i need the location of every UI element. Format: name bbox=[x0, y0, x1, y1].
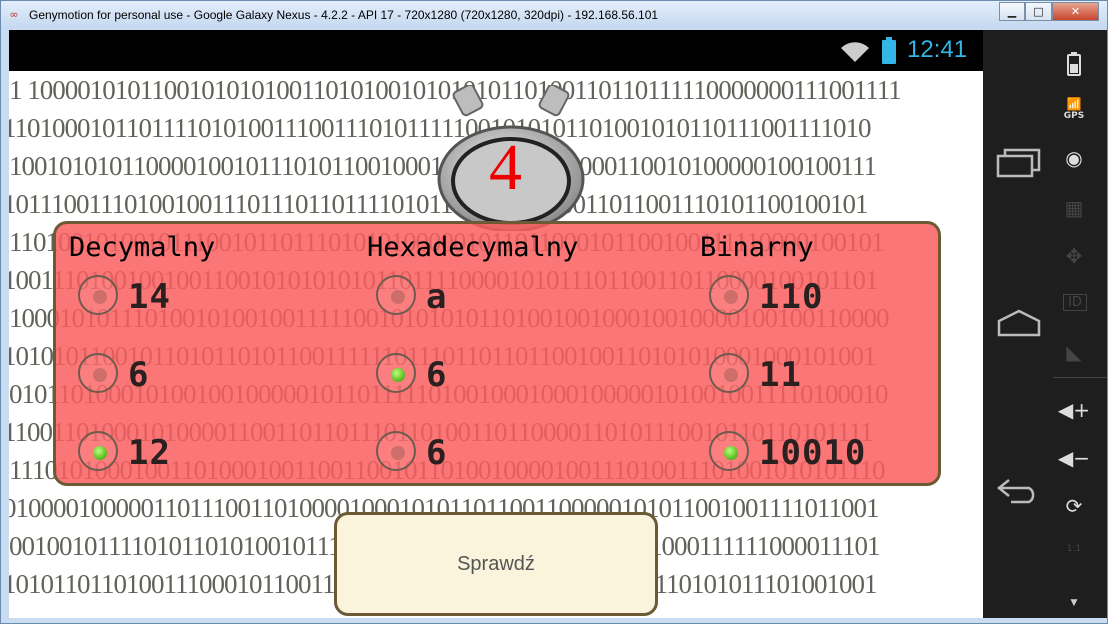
radio-indicator bbox=[93, 446, 107, 460]
window-title: Genymotion for personal use - Google Gal… bbox=[29, 8, 659, 22]
option-decimal-2[interactable]: 6 bbox=[78, 353, 278, 399]
radio-button[interactable] bbox=[709, 353, 749, 393]
option-value: a bbox=[426, 277, 448, 317]
rotate-icon[interactable]: ⟳ bbox=[1054, 494, 1094, 518]
radio-indicator bbox=[391, 368, 405, 382]
volume-down-icon[interactable]: ◀− bbox=[1054, 446, 1094, 470]
option-binary-1[interactable]: 110 bbox=[709, 275, 909, 321]
radio-button[interactable] bbox=[78, 431, 118, 471]
radio-indicator bbox=[724, 446, 738, 460]
radio-button[interactable] bbox=[78, 353, 118, 393]
radio-button[interactable] bbox=[376, 431, 416, 471]
maximize-button[interactable]: □ bbox=[1025, 2, 1052, 21]
quiz-panel: Decymalny Hexadecymalny Binarny 14 6 12 … bbox=[53, 221, 941, 486]
option-decimal-3[interactable]: 12 bbox=[78, 431, 278, 477]
radio-indicator bbox=[724, 290, 738, 304]
column-label-binary: Binarny bbox=[700, 232, 814, 263]
radio-button[interactable] bbox=[376, 353, 416, 393]
back-icon[interactable] bbox=[995, 474, 1043, 504]
option-hex-1[interactable]: a bbox=[376, 275, 576, 321]
battery-icon[interactable] bbox=[1067, 52, 1081, 76]
clock: 12:41 bbox=[907, 36, 968, 63]
radio-button[interactable] bbox=[376, 275, 416, 315]
radio-indicator bbox=[391, 290, 405, 304]
option-value: 6 bbox=[426, 355, 448, 395]
column-label-hex: Hexadecymalny bbox=[367, 232, 579, 263]
status-bar: 12:41 bbox=[9, 30, 983, 71]
title-bar[interactable]: ∞ Genymotion for personal use - Google G… bbox=[1, 1, 1107, 29]
option-value: 14 bbox=[128, 277, 171, 317]
camera-icon[interactable]: ◉ bbox=[1054, 146, 1094, 170]
home-icon[interactable] bbox=[995, 308, 1043, 338]
minimize-button[interactable]: ▁ bbox=[999, 2, 1025, 21]
column-label-decimal: Decymalny bbox=[69, 232, 216, 263]
dpad-icon[interactable]: ✥ bbox=[1054, 244, 1094, 268]
radio-button[interactable] bbox=[709, 431, 749, 471]
emulator-window: ∞ Genymotion for personal use - Google G… bbox=[0, 0, 1108, 624]
option-value: 11 bbox=[759, 355, 802, 395]
id-icon[interactable]: ID bbox=[1063, 294, 1087, 311]
radio-indicator bbox=[724, 368, 738, 382]
sidebar-divider bbox=[1053, 377, 1107, 378]
option-hex-3[interactable]: 6 bbox=[376, 431, 576, 477]
radio-button[interactable] bbox=[78, 275, 118, 315]
close-button[interactable]: ✕ bbox=[1052, 2, 1099, 21]
option-value: 12 bbox=[128, 433, 171, 473]
scroll-down-icon[interactable]: ▼ bbox=[1054, 598, 1094, 608]
timer-value: 4 bbox=[489, 131, 522, 204]
option-decimal-1[interactable]: 14 bbox=[78, 275, 278, 321]
radio-indicator bbox=[93, 368, 107, 382]
gps-signal-icon: 📶 bbox=[1066, 97, 1082, 111]
radio-indicator bbox=[93, 290, 107, 304]
volume-up-icon[interactable]: ◀+ bbox=[1054, 398, 1094, 422]
battery-status-icon bbox=[882, 37, 896, 64]
radio-indicator bbox=[391, 446, 405, 460]
wifi-icon bbox=[841, 42, 869, 62]
genymotion-icon: ∞ bbox=[9, 8, 19, 21]
option-value: 110 bbox=[759, 277, 824, 317]
option-binary-2[interactable]: 11 bbox=[709, 353, 909, 399]
radio-button[interactable] bbox=[709, 275, 749, 315]
option-binary-3[interactable]: 10010 bbox=[709, 431, 909, 477]
gps-icon[interactable]: 📶 GPS bbox=[1054, 98, 1094, 122]
genymotion-sidebar: 📶 GPS ◉ ▦ ✥ ID ◣ ◀+ ◀− ⟳ 1:1 ▼ bbox=[983, 30, 1107, 618]
check-button[interactable]: Sprawdź bbox=[334, 512, 658, 616]
option-value: 10010 bbox=[759, 433, 867, 473]
scale-icon[interactable]: 1:1 bbox=[1054, 544, 1094, 554]
recent-apps-icon[interactable] bbox=[995, 148, 1043, 178]
option-value: 6 bbox=[426, 433, 448, 473]
rss-icon[interactable]: ◣ bbox=[1054, 340, 1094, 364]
movie-icon[interactable]: ▦ bbox=[1054, 196, 1094, 220]
android-screen[interactable]: 12:41 1 10000101011001010101001101010010… bbox=[9, 30, 983, 618]
gps-label: GPS bbox=[1063, 111, 1085, 121]
option-value: 6 bbox=[128, 355, 150, 395]
option-hex-2[interactable]: 6 bbox=[376, 353, 576, 399]
